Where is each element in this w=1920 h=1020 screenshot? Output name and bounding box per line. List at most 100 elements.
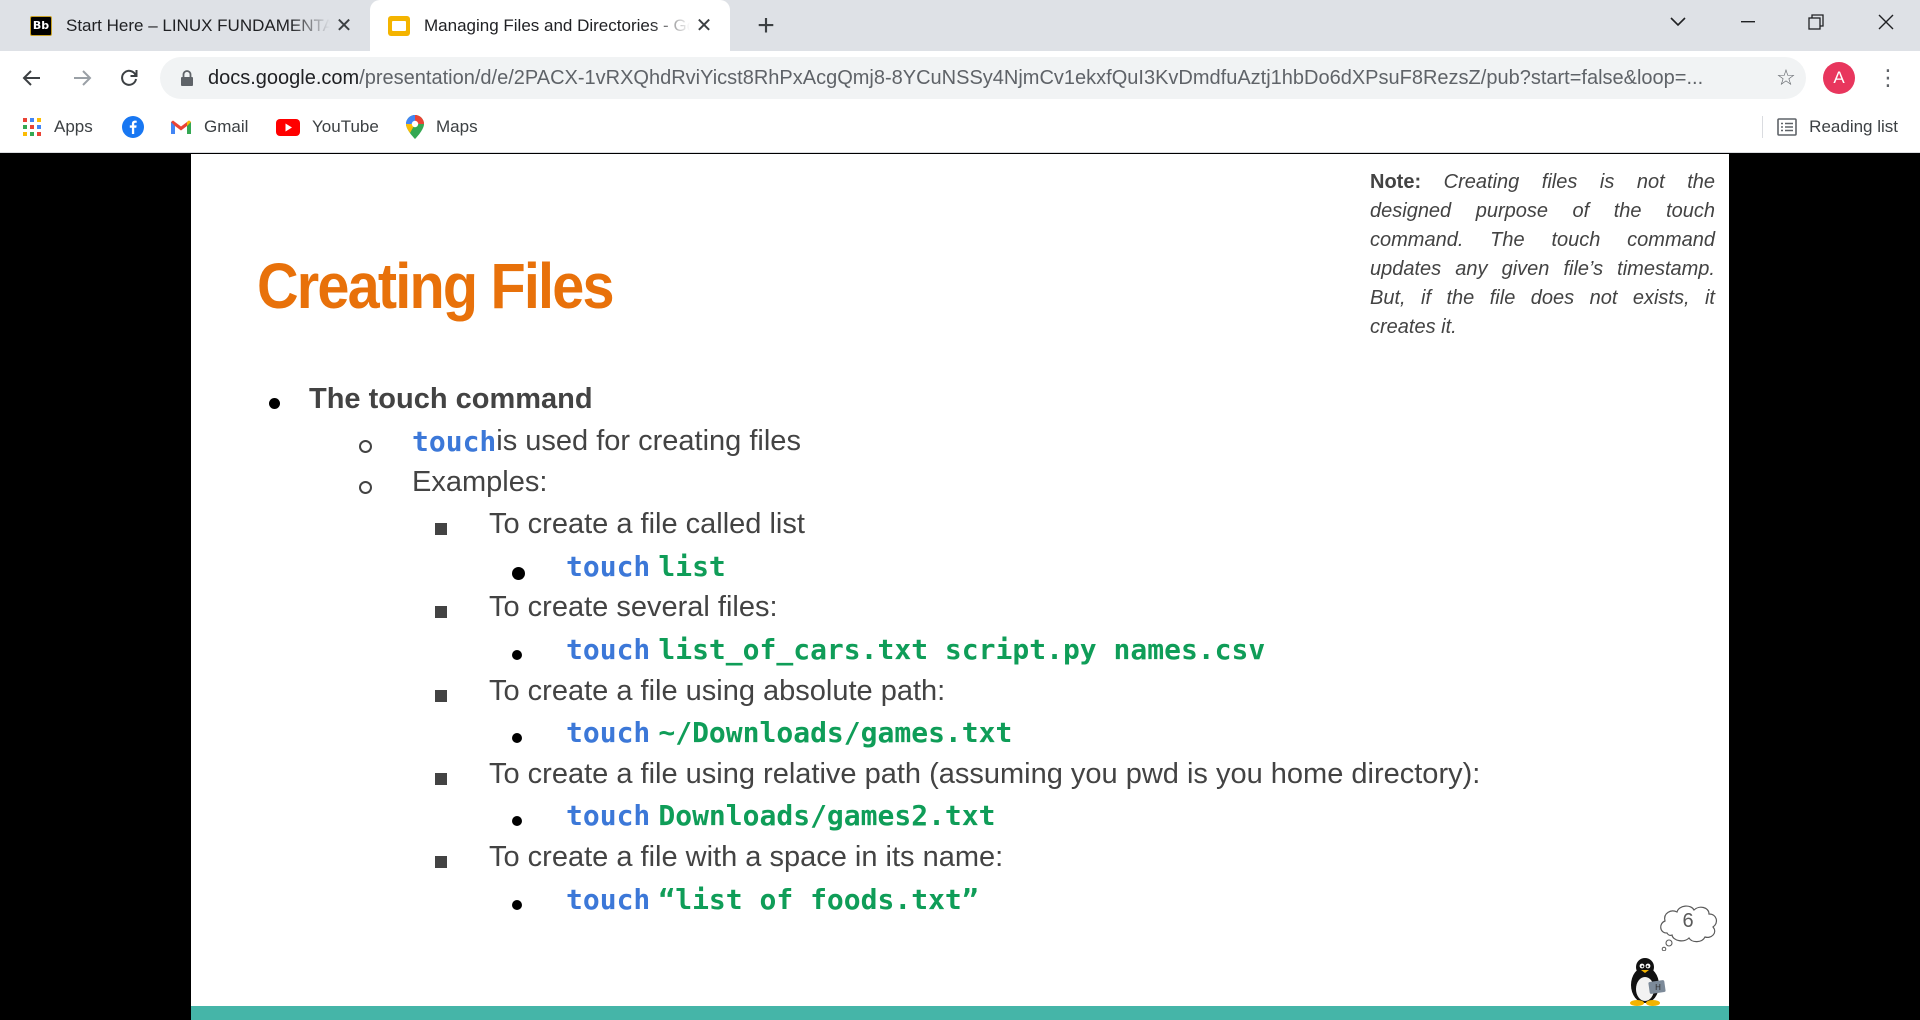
slide: Creating Files Note: Creating files is n… — [191, 154, 1729, 1020]
command-keyword: touch — [412, 425, 497, 458]
note-text: Creating files is not the designed purpo… — [1370, 171, 1716, 338]
example-code: touch list — [512, 550, 726, 583]
svg-text:H: H — [1655, 983, 1661, 992]
command-keyword: touch — [566, 799, 651, 832]
close-icon[interactable]: ✕ — [690, 12, 718, 40]
bookmark-apps[interactable]: Apps — [22, 105, 93, 149]
command-argument: Downloads/games2.txt — [658, 799, 996, 832]
arrow-left-icon — [22, 70, 40, 86]
bullet-heading: The touch command — [269, 383, 593, 416]
url-text: docs.google.com/presentation/d/e/2PACX-1… — [208, 67, 1766, 90]
arrow-right-icon — [74, 70, 92, 86]
heading-text: The touch command — [309, 383, 593, 415]
examples-label: Examples: — [412, 466, 548, 498]
bullet-dot-icon — [512, 816, 522, 826]
command-keyword: touch — [566, 716, 651, 749]
bullet-square-icon — [435, 856, 447, 868]
example-code: touch Downloads/games2.txt — [512, 799, 996, 832]
bullet-square-icon — [435, 606, 447, 618]
close-icon — [1878, 14, 1894, 30]
example-code: touch ~/Downloads/games.txt — [512, 716, 1013, 749]
lock-icon — [181, 70, 193, 86]
bookmark-label: Apps — [54, 117, 93, 136]
bookmark-label: Gmail — [204, 117, 249, 136]
bullet-intro: touch is used for creating files — [359, 425, 801, 458]
example-item: To create a file using absolute path: — [435, 675, 946, 708]
bookmark-label: Maps — [436, 117, 478, 136]
minimize-icon — [1741, 21, 1755, 23]
example-code: touch list_of_cars.txt script.py names.c… — [512, 633, 1265, 666]
reading-list-button[interactable]: Reading list — [1762, 105, 1898, 149]
example-item: To create several files: — [435, 591, 778, 624]
restore-button[interactable] — [1786, 0, 1846, 44]
bullet-ring-icon — [359, 481, 372, 494]
tab-title: Managing Files and Directories - Google … — [424, 15, 690, 35]
page-number: 6 — [1682, 910, 1694, 932]
url-domain: docs.google.com — [208, 66, 360, 89]
example-item: To create a file with a space in its nam… — [435, 841, 1004, 874]
bullet-square-icon — [435, 690, 447, 702]
command-keyword: touch — [566, 550, 651, 583]
maps-icon — [406, 115, 424, 139]
blackboard-icon: Bb — [30, 15, 52, 36]
bookmark-facebook[interactable] — [122, 105, 156, 149]
browser-toolbar: docs.google.com/presentation/d/e/2PACX-1… — [0, 51, 1920, 105]
tab-managing-files[interactable]: Managing Files and Directories - Google … — [370, 0, 730, 51]
example-item: To create a file using relative path (as… — [435, 758, 1481, 791]
url-path: /presentation/d/e/2PACX-1vRXQhdRviYicst8… — [359, 66, 1704, 89]
example-text: To create a file using relative path (as… — [489, 758, 1481, 790]
facebook-icon — [122, 116, 144, 138]
minimize-button[interactable] — [1718, 0, 1778, 44]
window-close-button[interactable] — [1856, 0, 1916, 44]
reading-list-label: Reading list — [1809, 117, 1898, 136]
example-text: To create several files: — [489, 591, 778, 623]
slide-title: Creating Files — [257, 250, 614, 322]
back-button[interactable] — [16, 62, 48, 94]
tab-title: Start Here – LINUX FUNDAMENTALS — [66, 15, 330, 35]
bullet-dot-icon — [512, 733, 522, 743]
bullet-ring-icon — [359, 440, 372, 453]
bullet-dot-icon — [512, 567, 525, 580]
bullet-dot-icon — [512, 650, 522, 660]
bookmark-star-icon[interactable]: ☆ — [1766, 65, 1806, 91]
avatar[interactable]: A — [1823, 62, 1855, 94]
menu-kebab-icon[interactable]: ⋮ — [1872, 62, 1904, 94]
tab-search-button[interactable] — [1648, 0, 1708, 44]
note-box: Note: Creating files is not the designed… — [1370, 168, 1715, 342]
close-icon[interactable]: ✕ — [330, 12, 358, 40]
new-tab-button[interactable]: + — [748, 8, 784, 44]
forward-button[interactable] — [66, 62, 98, 94]
google-slides-icon — [388, 15, 410, 36]
tab-strip: Bb Start Here – LINUX FUNDAMENTALS ✕ Man… — [0, 0, 1920, 51]
youtube-icon — [276, 118, 300, 136]
example-text: To create a file with a space in its nam… — [489, 841, 1004, 873]
command-keyword: touch — [566, 633, 651, 666]
tab-start-here[interactable]: Bb Start Here – LINUX FUNDAMENTALS ✕ — [12, 0, 370, 51]
apps-grid-icon — [22, 117, 42, 137]
presentation-stage: Creating Files Note: Creating files is n… — [0, 154, 1920, 1020]
bullet-square-icon — [435, 773, 447, 785]
bookmark-label: YouTube — [312, 117, 379, 136]
chevron-down-icon — [1670, 17, 1686, 27]
bookmark-youtube[interactable]: YouTube — [276, 105, 379, 149]
reload-icon — [121, 69, 138, 86]
command-argument: “list of foods.txt” — [658, 883, 979, 916]
footer-bar — [191, 1006, 1729, 1020]
bookmark-gmail[interactable]: Gmail — [170, 105, 248, 149]
bookmark-maps[interactable]: Maps — [406, 105, 478, 149]
example-text: To create a file called list — [489, 508, 805, 540]
note-label: Note: — [1370, 171, 1422, 193]
command-argument: ~/Downloads/games.txt — [658, 716, 1013, 749]
reload-button[interactable] — [113, 62, 145, 94]
example-text: To create a file using absolute path: — [489, 675, 946, 707]
command-argument: list — [658, 550, 726, 583]
address-bar[interactable]: docs.google.com/presentation/d/e/2PACX-1… — [160, 57, 1806, 99]
gmail-icon — [170, 119, 192, 135]
command-keyword: touch — [566, 883, 651, 916]
reading-list-icon — [1777, 118, 1797, 136]
bullet-square-icon — [435, 523, 447, 535]
intro-text: is used for creating files — [496, 425, 801, 457]
example-code: touch “list of foods.txt” — [512, 883, 979, 916]
restore-icon — [1808, 14, 1824, 30]
bullet-dot-icon — [512, 900, 522, 910]
